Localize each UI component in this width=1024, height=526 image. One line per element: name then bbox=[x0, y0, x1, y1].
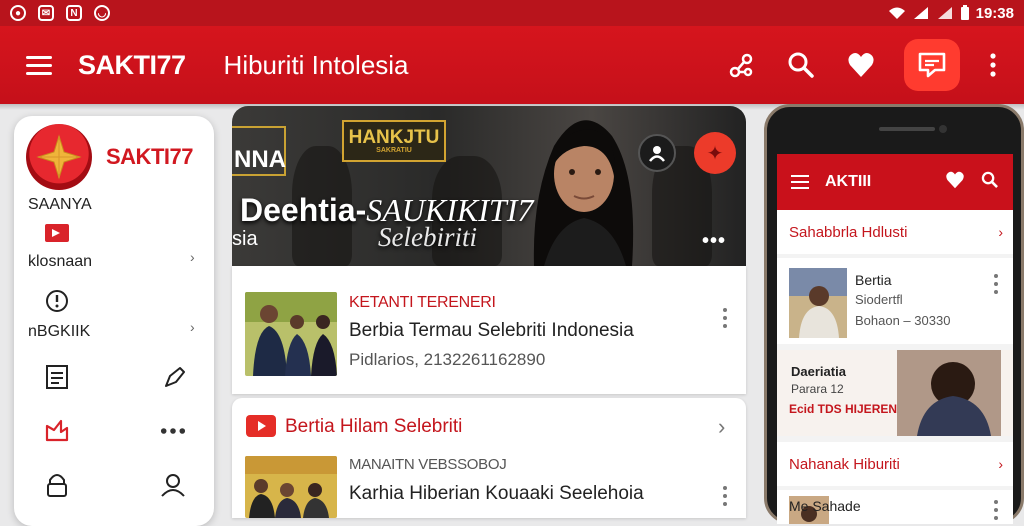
sidebar-item-label[interactable]: klosnaan bbox=[28, 253, 92, 271]
sidebar-panel: SAKTI77 SAANYA klosnaan › nBGKIIK › bbox=[14, 116, 214, 526]
news-thumbnail bbox=[245, 456, 337, 518]
pen-icon[interactable] bbox=[162, 364, 188, 390]
status-time: 19:38 bbox=[975, 4, 1014, 22]
phone-banner-line: Parara 12 bbox=[791, 382, 844, 396]
chevron-right-icon: › bbox=[998, 224, 1003, 240]
sidebar-section-label: SAANYA bbox=[28, 196, 92, 213]
sidebar-brand: SAKTI77 bbox=[106, 144, 193, 169]
heart-icon[interactable] bbox=[844, 48, 878, 82]
chevron-right-icon: › bbox=[998, 456, 1003, 472]
phone-item-title: Bertia bbox=[855, 272, 892, 288]
sidebar-item-label[interactable]: nBGKIIK bbox=[28, 323, 90, 341]
phone-section-label: Nahanak Hiburiti bbox=[789, 455, 900, 473]
section-card: Bertia Hilam Selebriti › MANAITN VEBSSOB… bbox=[232, 398, 746, 518]
hero-fragment: sia bbox=[232, 228, 258, 250]
phone-news-item[interactable]: Bertia Siodertfl Bohaon – 30330 bbox=[777, 258, 1013, 344]
phone-banner[interactable]: Daeriatia Parara 12 Ecid TDS HIJERENS bbox=[777, 350, 1013, 436]
hero-sign-text: HANKJTU bbox=[348, 127, 440, 148]
news-thumbnail bbox=[245, 292, 337, 376]
news-card[interactable]: KETANTI TERENERI Berbia Termau Selebriti… bbox=[232, 266, 746, 394]
star-badge-icon[interactable]: ✦ bbox=[694, 132, 736, 174]
phone-banner-line: Daeriatia bbox=[791, 364, 846, 379]
document-icon[interactable] bbox=[44, 364, 70, 390]
banner-person-image bbox=[897, 350, 1001, 436]
more-icon[interactable] bbox=[986, 48, 1000, 82]
chevron-right-icon[interactable]: › bbox=[190, 249, 195, 265]
play-icon bbox=[44, 220, 70, 246]
phone-item-line: Siodertfl bbox=[855, 292, 903, 307]
hero-left-sign: NNA bbox=[232, 126, 286, 176]
news-meta: Pidlarios, 2132261162890 bbox=[349, 350, 546, 369]
hero-title-bold: Deehtia- bbox=[240, 192, 367, 228]
star-logo-icon bbox=[26, 124, 92, 190]
signal-icon bbox=[913, 7, 928, 19]
chevron-right-icon[interactable]: › bbox=[190, 319, 195, 335]
lock-icon[interactable] bbox=[44, 472, 70, 498]
signal-icon bbox=[937, 7, 952, 19]
search-icon[interactable] bbox=[981, 171, 999, 194]
section-title[interactable]: Bertia Hilam Selebriti bbox=[285, 416, 462, 438]
hero-person-image bbox=[533, 120, 634, 266]
app-subtitle: Hiburiti Intolesia bbox=[223, 49, 409, 80]
search-icon[interactable] bbox=[784, 48, 818, 82]
flag-icon[interactable] bbox=[44, 418, 70, 444]
chevron-right-icon[interactable]: › bbox=[718, 414, 725, 440]
share-icon[interactable] bbox=[724, 48, 758, 82]
news-headline[interactable]: Karhia Hiberian Kouaaki Seelehoia bbox=[349, 483, 644, 505]
more-vertical-icon[interactable] bbox=[722, 486, 728, 506]
news-kicker: MANAITN VEBSSOBOJ bbox=[349, 456, 507, 473]
wifi-icon bbox=[888, 7, 905, 19]
app-bar: SAKTI77 Hiburiti Intolesia bbox=[0, 26, 1024, 104]
phone-news-item[interactable]: Me Sahade bbox=[777, 490, 1013, 524]
phone-section-row[interactable]: Sahabbrla Hdlusti › bbox=[777, 210, 1013, 254]
user-badge-icon[interactable] bbox=[638, 134, 676, 172]
news-kicker: KETANTI TERENERI bbox=[349, 294, 496, 311]
alert-icon bbox=[44, 288, 70, 314]
phone-section-label: Sahabbrla Hdlusti bbox=[789, 223, 908, 241]
chrome-icon: ● bbox=[10, 5, 26, 21]
more-horizontal-icon[interactable]: ••• bbox=[702, 230, 726, 253]
phone-mockup: AKTIII Sahabbrla Hdlusti › Bertia Siodert… bbox=[764, 104, 1024, 524]
user-icon[interactable] bbox=[160, 472, 186, 498]
hamburger-menu-icon[interactable] bbox=[791, 175, 809, 189]
hero-sign: HANKJTU SAKRATIU bbox=[342, 120, 446, 162]
app-brand: SAKTI77 bbox=[78, 49, 186, 80]
hero-script-text: Selebiriti bbox=[378, 222, 477, 252]
phone-title: AKTIII bbox=[825, 173, 872, 190]
more-vertical-icon[interactable] bbox=[993, 500, 999, 520]
hero-sign-small: SAKRATIU bbox=[376, 147, 412, 154]
status-bar: ● ✉ N ◡ 19:38 bbox=[0, 0, 1024, 26]
news-thumbnail bbox=[789, 268, 847, 338]
more-vertical-icon[interactable] bbox=[722, 308, 728, 328]
hamburger-menu-icon[interactable] bbox=[26, 55, 52, 75]
news-headline[interactable]: Berbia Termau Selebriti Indonesia bbox=[349, 320, 634, 342]
cat-icon: ◡ bbox=[94, 5, 110, 21]
phone-banner-line: Ecid TDS HIJERENS bbox=[789, 402, 906, 416]
more-horizontal-icon[interactable] bbox=[160, 418, 186, 444]
phone-section-row[interactable]: Nahanak Hiburiti › bbox=[777, 442, 1013, 486]
hero-banner[interactable]: NNA HANKJTU SAKRATIU ✦ Deehtia-SAUKIKITI… bbox=[232, 106, 746, 266]
more-vertical-icon[interactable] bbox=[993, 274, 999, 294]
phone-screen: AKTIII Sahabbrla Hdlusti › Bertia Siodert… bbox=[777, 154, 1013, 524]
phone-item-meta: Bohaon – 30330 bbox=[855, 313, 951, 328]
phone-app-bar: AKTIII bbox=[777, 154, 1013, 210]
chat-icon[interactable] bbox=[904, 39, 960, 91]
youtube-play-icon bbox=[246, 415, 276, 437]
battery-icon bbox=[960, 5, 969, 20]
heart-icon[interactable] bbox=[945, 171, 965, 194]
news-icon: N bbox=[66, 5, 82, 21]
message-icon: ✉ bbox=[38, 5, 54, 21]
